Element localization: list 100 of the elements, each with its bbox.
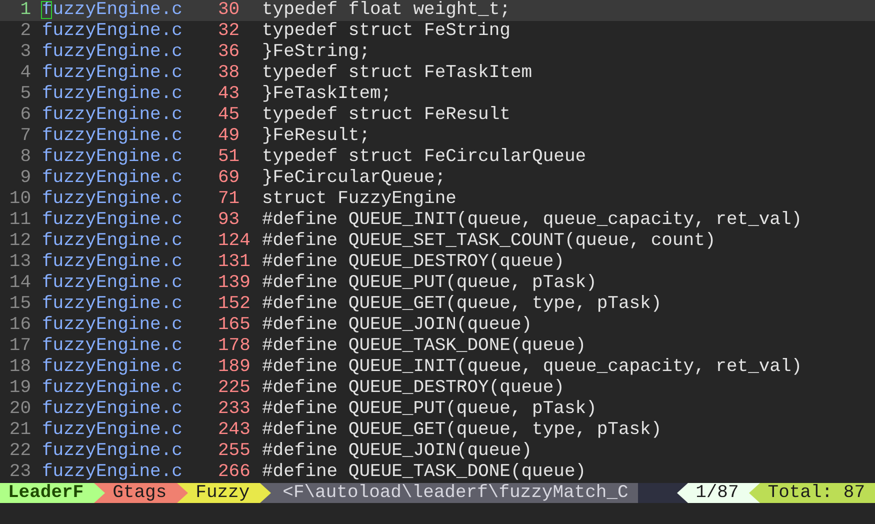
result-row[interactable]: 4 fuzzyEngine.c 38 typedef struct FeTaskItem <box>0 63 875 84</box>
file-name: fuzzyEngine.c <box>42 315 184 336</box>
code-text: }FeString; <box>262 42 370 63</box>
source-line-number: 32 <box>218 21 241 42</box>
line-number: 14 <box>8 273 32 294</box>
result-row[interactable]: 19 fuzzyEngine.c 225 #define QUEUE_DESTROY(queue) <box>0 378 875 399</box>
result-row[interactable]: 8 fuzzyEngine.c 51 typedef struct FeCircularQueue <box>0 147 875 168</box>
line-number: 17 <box>8 336 32 357</box>
line-number: 7 <box>19 126 32 147</box>
result-row[interactable]: 23 fuzzyEngine.c 266 #define QUEUE_TASK_DONE(queue) <box>0 462 875 483</box>
code-text: }FeResult; <box>262 126 370 147</box>
line-number: 16 <box>8 315 32 336</box>
code-text: #define QUEUE_DESTROY(queue) <box>262 378 564 399</box>
line-number: 19 <box>8 378 32 399</box>
line-number: 21 <box>8 420 32 441</box>
status-segment: Gtags <box>104 483 177 503</box>
source-line-number: 266 <box>218 462 252 483</box>
result-row[interactable]: 9 fuzzyEngine.c 69 }FeCircularQueue; <box>0 168 875 189</box>
result-row[interactable]: 5 fuzzyEngine.c 43 }FeTaskItem; <box>0 84 875 105</box>
source-line-number: 36 <box>218 42 241 63</box>
line-number: 15 <box>8 294 32 315</box>
code-text: #define QUEUE_GET(queue, type, pTask) <box>262 294 662 315</box>
file-name: fuzzyEngine.c <box>42 105 184 126</box>
result-row[interactable]: 10 fuzzyEngine.c 71 struct FuzzyEngine <box>0 189 875 210</box>
line-number: 2 <box>19 21 32 42</box>
code-text: #define QUEUE_GET(queue, type, pTask) <box>262 420 662 441</box>
line-number: 20 <box>8 399 32 420</box>
code-text: #define QUEUE_TASK_DONE(queue) <box>262 462 586 483</box>
line-number: 9 <box>19 168 32 189</box>
result-row[interactable]: 6 fuzzyEngine.c 45 typedef struct FeResult <box>0 105 875 126</box>
status-segment: Fuzzy <box>188 483 260 503</box>
line-number: 13 <box>8 252 32 273</box>
file-name: fuzzyEngine.c <box>42 231 184 252</box>
source-line-number: 38 <box>218 63 241 84</box>
line-number: 8 <box>19 147 32 168</box>
file-name: fuzzyEngine.c <box>42 420 184 441</box>
line-number: 23 <box>8 462 32 483</box>
source-line-number: 45 <box>218 105 241 126</box>
source-line-number: 93 <box>218 210 241 231</box>
file-name: fuzzyEngine.c <box>42 210 184 231</box>
code-text: #define QUEUE_DESTROY(queue) <box>262 252 564 273</box>
file-name: fuzzyEngine.c <box>42 21 184 42</box>
result-row[interactable]: 7 fuzzyEngine.c 49 }FeResult; <box>0 126 875 147</box>
line-number: 1 <box>19 0 32 21</box>
result-row[interactable]: 15 fuzzyEngine.c 152 #define QUEUE_GET(queue, type, pTask) <box>0 294 875 315</box>
source-line-number: 131 <box>218 252 252 273</box>
result-row[interactable]: 2 fuzzyEngine.c 32 typedef struct FeString <box>0 21 875 42</box>
source-line-number: 69 <box>218 168 241 189</box>
file-name: fuzzyEngine.c <box>42 168 184 189</box>
code-text: #define QUEUE_JOIN(queue) <box>262 315 532 336</box>
code-text: #define QUEUE_TASK_DONE(queue) <box>262 336 586 357</box>
source-line-number: 51 <box>218 147 241 168</box>
file-name: fuzzyEngine.c <box>42 378 184 399</box>
source-line-number: 165 <box>218 315 252 336</box>
result-row[interactable]: 13 fuzzyEngine.c 131 #define QUEUE_DESTROY(queue) <box>0 252 875 273</box>
result-row[interactable]: 11 fuzzyEngine.c 93 #define QUEUE_INIT(queue, queue_capacity, ret_val) <box>0 210 875 231</box>
code-text: typedef struct FeResult <box>262 105 510 126</box>
source-line-number: 255 <box>218 441 252 462</box>
code-text: #define QUEUE_JOIN(queue) <box>262 441 532 462</box>
line-number: 18 <box>8 357 32 378</box>
file-name: fuzzyEngine.c <box>42 441 184 462</box>
line-number: 10 <box>8 189 32 210</box>
file-name: fuzzyEngine.c <box>42 462 184 483</box>
result-row[interactable]: 3 fuzzyEngine.c 36 }FeString; <box>0 42 875 63</box>
line-number: 11 <box>8 210 32 231</box>
code-text: typedef struct FeString <box>262 21 510 42</box>
code-text: struct FuzzyEngine <box>262 189 456 210</box>
code-text: }FeTaskItem; <box>262 84 392 105</box>
result-row[interactable]: 16 fuzzyEngine.c 165 #define QUEUE_JOIN(queue) <box>0 315 875 336</box>
file-name: fuzzyEngine.c <box>42 357 184 378</box>
source-line-number: 43 <box>218 84 241 105</box>
code-text: typedef struct FeTaskItem <box>262 63 532 84</box>
file-name: fuzzyEngine.c <box>42 273 184 294</box>
result-row[interactable]: 14 fuzzyEngine.c 139 #define QUEUE_PUT(queue, pTask) <box>0 273 875 294</box>
source-line-number: 178 <box>218 336 252 357</box>
source-line-number: 189 <box>218 357 252 378</box>
status-segment: <F\autoload\leaderf\fuzzyMatch_C <box>270 483 638 503</box>
file-name: fuzzyEngine.c <box>42 126 184 147</box>
result-row[interactable]: 18 fuzzyEngine.c 189 #define QUEUE_INIT(queue, queue_capacity, ret_val) <box>0 357 875 378</box>
result-row[interactable]: 20 fuzzyEngine.c 233 #define QUEUE_PUT(queue, pTask) <box>0 399 875 420</box>
line-number: 3 <box>19 42 32 63</box>
status-segment: 1/87 <box>688 483 749 503</box>
result-row[interactable]: 17 fuzzyEngine.c 178 #define QUEUE_TASK_DONE(queue) <box>0 336 875 357</box>
file-name: fuzzyEngine.c <box>42 294 184 315</box>
line-number: 12 <box>8 231 32 252</box>
result-row[interactable]: 22 fuzzyEngine.c 255 #define QUEUE_JOIN(queue) <box>0 441 875 462</box>
source-line-number: 139 <box>218 273 252 294</box>
line-number: 5 <box>19 84 32 105</box>
file-name: fuzzyEngine.c <box>42 336 184 357</box>
source-line-number: 243 <box>218 420 252 441</box>
file-name: fuzzyEngine.c <box>42 252 184 273</box>
code-text: #define QUEUE_PUT(queue, pTask) <box>262 273 597 294</box>
source-line-number: 152 <box>218 294 252 315</box>
file-name: fuzzyEngine.c <box>42 189 184 210</box>
source-line-number: 71 <box>218 189 241 210</box>
result-row[interactable]: 12 fuzzyEngine.c 124 #define QUEUE_SET_TASK_COUNT(queue, count) <box>0 231 875 252</box>
line-number: 6 <box>19 105 32 126</box>
status-segment: Total: 87 <box>760 483 875 503</box>
result-row[interactable]: 21 fuzzyEngine.c 243 #define QUEUE_GET(queue, type, pTask) <box>0 420 875 441</box>
file-name: fuzzyEngine.c <box>42 84 184 105</box>
